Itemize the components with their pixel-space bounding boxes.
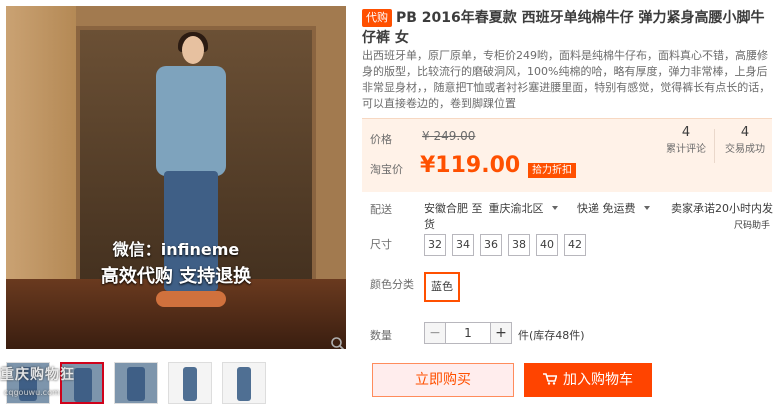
shipping-label: 配送 <box>370 203 392 216</box>
size-option[interactable]: 36 <box>480 234 502 256</box>
size-option[interactable]: 34 <box>452 234 474 256</box>
sales-count-number: 4 <box>740 125 750 140</box>
color-option-selected[interactable]: 蓝色 <box>424 272 460 302</box>
quantity-minus-button[interactable]: − <box>424 322 446 344</box>
ship-from: 安徽合肥 至 <box>424 202 483 215</box>
thumbnail-3[interactable] <box>114 362 158 404</box>
size-option[interactable]: 40 <box>536 234 558 256</box>
original-price: ¥ 249.00 <box>422 129 476 143</box>
current-price: ¥119.00 <box>420 153 521 178</box>
thumbnail-4[interactable] <box>168 362 212 404</box>
price-label: 价格 <box>370 133 392 146</box>
chevron-down-icon <box>551 206 558 210</box>
ship-method-text: 快递 免运费 <box>577 202 636 215</box>
sales-count-label: 交易成功 <box>725 144 765 155</box>
stat-divider <box>714 129 715 163</box>
size-helper-link[interactable]: 尺码助手 <box>734 218 770 231</box>
size-option[interactable]: 38 <box>508 234 530 256</box>
model-shoes <box>156 291 226 307</box>
size-option[interactable]: 42 <box>564 234 586 256</box>
model-head <box>182 36 204 64</box>
ship-to-text: 重庆渝北区 <box>488 202 544 215</box>
product-title-row: 代购 PB 2016年春夏款 西班牙单纯棉牛仔 弹力紧身高腰小脚牛仔裤 女 <box>362 8 776 48</box>
add-to-cart-label: 加入购物车 <box>563 372 633 388</box>
daigou-tag: 代购 <box>362 9 392 27</box>
promo-badge: 拾力折扣 <box>528 163 576 178</box>
model-denim-shirt <box>156 66 226 176</box>
thumbnail-5[interactable] <box>222 362 266 404</box>
watermark-wechat: 微信：infineme <box>112 240 240 259</box>
ship-to-select[interactable]: 重庆渝北区 <box>489 202 558 215</box>
site-watermark: 重庆购物狂 <box>0 367 75 383</box>
main-product-image[interactable]: 微信：infineme 高效代购 支持退换 <box>6 6 346 349</box>
review-count-number: 4 <box>681 125 691 140</box>
quantity-label: 数量 <box>370 329 392 342</box>
quantity-plus-button[interactable]: + <box>490 322 512 344</box>
size-option[interactable]: 32 <box>424 234 446 256</box>
ship-method-select[interactable]: 快递 免运费 <box>577 202 650 215</box>
size-label: 尺寸 <box>370 238 392 251</box>
site-url-watermark: cqgouwu.com <box>4 388 60 397</box>
taobao-price-label: 淘宝价 <box>370 163 403 176</box>
product-title: PB 2016年春夏款 西班牙单纯棉牛仔 弹力紧身高腰小脚牛仔裤 女 <box>362 10 765 46</box>
price-panel: 价格 ¥ 249.00 淘宝价 ¥119.00 拾力折扣 4 累计评论 4 交易… <box>362 118 772 192</box>
color-label: 颜色分类 <box>370 278 414 291</box>
shipping-row: 安徽合肥 至重庆渝北区 快递 免运费 卖家承诺20小时内发货 <box>424 200 780 232</box>
buy-now-button[interactable]: 立即购买 <box>372 363 514 397</box>
stock-info: 件(库存48件) <box>518 329 585 342</box>
review-count[interactable]: 4 累计评论 <box>658 123 714 157</box>
product-description: 出西班牙单，原厂原单，专柜价249哟，面料是纯棉牛仔布，面料真心不错，高腰修身的… <box>362 49 771 110</box>
quantity-input[interactable] <box>446 322 490 344</box>
watermark-slogan: 高效代购 支持退换 <box>100 266 252 287</box>
cart-icon <box>543 373 557 385</box>
add-to-cart-button[interactable]: 加入购物车 <box>524 363 652 397</box>
chevron-down-icon <box>643 206 650 210</box>
magnifier-icon[interactable] <box>330 336 346 349</box>
sales-count[interactable]: 4 交易成功 <box>717 123 773 157</box>
review-count-label: 累计评论 <box>666 144 706 155</box>
